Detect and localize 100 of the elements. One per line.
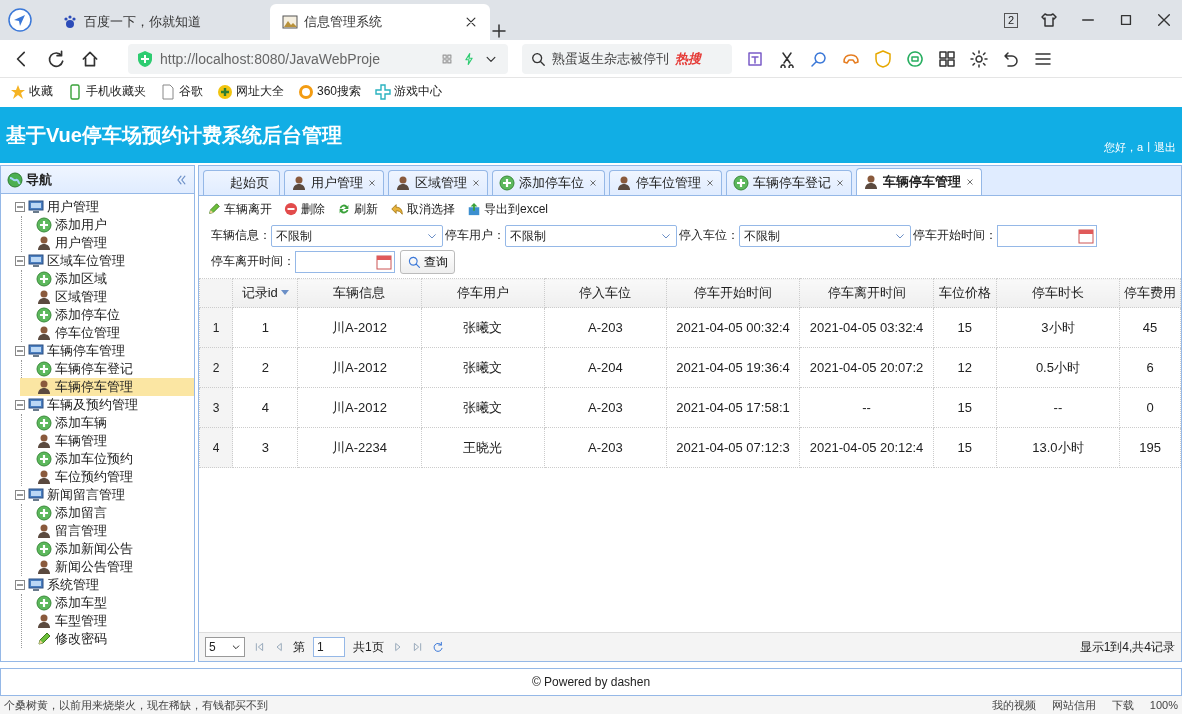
search-icon[interactable] [530, 50, 546, 67]
tree-item[interactable]: 车位预约管理 [20, 468, 194, 486]
brightness-icon[interactable] [970, 49, 988, 68]
scissors-icon[interactable] [778, 49, 796, 68]
window-count[interactable]: 2 [1003, 12, 1018, 28]
bookmark[interactable]: 收藏 [10, 83, 53, 100]
minus-box-icon[interactable] [15, 490, 25, 500]
tab[interactable]: 起始页 [203, 170, 280, 195]
magnifier-icon[interactable] [810, 49, 828, 68]
column-header[interactable]: 停车费用 [1119, 278, 1181, 308]
undo-icon[interactable] [1002, 49, 1020, 68]
table-cell: 3小时 [996, 307, 1120, 348]
tree-item[interactable]: 区域管理 [20, 288, 194, 306]
tree-item[interactable]: 添加车位预约 [20, 450, 194, 468]
tree-item[interactable]: 修改密码 [20, 630, 194, 648]
date-field[interactable] [295, 250, 395, 273]
phone-icon [67, 83, 83, 100]
browser-tab[interactable]: 信息管理系统 [270, 4, 490, 40]
toolbar-button[interactable]: 取消选择 [390, 200, 455, 218]
tree-item[interactable]: 添加车型 [20, 594, 194, 612]
bookmark[interactable]: 游戏中心 [375, 83, 443, 100]
tab[interactable]: 停车位管理 [609, 170, 722, 195]
tree-item[interactable]: 添加留言 [20, 504, 194, 522]
reload-icon[interactable] [46, 48, 66, 69]
minus-box-icon[interactable] [15, 580, 25, 590]
tab[interactable]: 车辆停车管理 [856, 168, 982, 195]
tree-node[interactable]: 系统管理 [15, 576, 194, 594]
date-field[interactable] [997, 224, 1097, 247]
tree-node[interactable]: 用户管理 [15, 198, 194, 216]
tree-item[interactable]: 添加区域 [20, 270, 194, 288]
tree-item[interactable]: 留言管理 [20, 522, 194, 540]
tree-item[interactable]: 添加车辆 [20, 414, 194, 432]
shirt-icon[interactable] [1040, 11, 1058, 29]
column-header[interactable]: 停车用户 [421, 278, 545, 308]
tree-item[interactable]: 停车位管理 [20, 324, 194, 342]
chevron-down-icon[interactable] [231, 642, 241, 652]
status-item[interactable]: 下载 [1111, 697, 1134, 713]
refresh-icon[interactable] [431, 641, 444, 653]
close-icon[interactable] [464, 15, 478, 29]
tree-item[interactable]: 添加用户 [20, 216, 194, 234]
new-tab-icon[interactable] [490, 22, 508, 40]
tab[interactable]: 车辆停车登记 [726, 170, 852, 195]
filter-select[interactable]: 不限制 [271, 224, 443, 247]
tab[interactable]: 区域管理 [388, 170, 488, 195]
minus-box-icon[interactable] [15, 256, 25, 266]
toolbar-button[interactable]: 车辆离开 [207, 200, 272, 218]
bookmark[interactable]: 360搜索 [298, 83, 362, 100]
maximize-icon[interactable] [1118, 12, 1134, 28]
address-field[interactable]: http://localhost:8080/JavaWebProje [128, 43, 508, 74]
tree-node[interactable]: 区域车位管理 [15, 252, 194, 270]
minus-box-icon[interactable] [15, 202, 25, 212]
minus-box-icon[interactable] [15, 400, 25, 410]
column-header[interactable]: 停车时长 [996, 278, 1120, 308]
column-header[interactable]: 停车离开时间 [799, 278, 934, 308]
table-cell: 15 [933, 427, 997, 468]
tree-item[interactable]: 用户管理 [20, 234, 194, 252]
tree-item[interactable]: 添加停车位 [20, 306, 194, 324]
page-size-select[interactable]: 5 [205, 637, 245, 657]
toolbar-button[interactable]: 导出到excel [467, 200, 548, 218]
close-icon[interactable] [1156, 12, 1172, 28]
filter-select[interactable]: 不限制 [739, 224, 911, 247]
column-header[interactable]: 停车开始时间 [666, 278, 800, 308]
table-cell: 川A-2012 [297, 307, 422, 348]
tree-item[interactable]: 车型管理 [20, 612, 194, 630]
tree-item[interactable]: 车辆停车管理 [20, 378, 194, 396]
column-header[interactable]: 停入车位 [544, 278, 667, 308]
tree-item[interactable]: 添加新闻公告 [20, 540, 194, 558]
pencil-icon [207, 202, 221, 216]
query-button[interactable]: 查询 [400, 249, 456, 274]
search-field[interactable]: 熟蛋返生杂志被停刊 热搜 [522, 43, 732, 74]
bookmark[interactable]: 手机收藏夹 [67, 83, 146, 100]
toolbar-button[interactable]: 删除 [284, 200, 325, 218]
tree-item[interactable]: 车辆管理 [20, 432, 194, 450]
apps-grid-icon[interactable] [938, 49, 956, 68]
news-ticker[interactable]: 个桑树黄，以前用来烧柴火，现在稀缺，有钱都买不到 [4, 697, 268, 713]
tree-node[interactable]: 车辆及预约管理 [15, 396, 194, 414]
status-item[interactable]: 网站信用 [1051, 697, 1096, 713]
column-header[interactable]: 车辆信息 [297, 278, 422, 308]
app-title: 基于Vue停车场预约计费系统后台管理 [6, 122, 342, 148]
translate-icon[interactable] [746, 49, 764, 68]
compass-icon[interactable] [8, 8, 32, 32]
bookmark[interactable]: 谷歌 [160, 83, 203, 100]
zoom-level[interactable]: 100% [1149, 699, 1178, 711]
page-input[interactable]: 1 [313, 637, 345, 657]
status-item[interactable]: 我的视频 [991, 697, 1036, 713]
tab[interactable]: 用户管理 [284, 170, 384, 195]
bookmark[interactable]: 网址大全 [217, 83, 284, 100]
browser-tab[interactable]: 百度一下，你就知道 [50, 4, 270, 40]
tree-node[interactable]: 车辆停车管理 [15, 342, 194, 360]
column-header[interactable]: 车位价格 [933, 278, 997, 308]
column-header[interactable]: 记录id [232, 278, 298, 308]
page-label: 第 [293, 638, 305, 656]
tree-node[interactable]: 新闻留言管理 [15, 486, 194, 504]
tab[interactable]: 添加停车位 [492, 170, 605, 195]
toolbar-button[interactable]: 刷新 [337, 200, 378, 218]
tree-item[interactable]: 新闻公告管理 [20, 558, 194, 576]
tree-item[interactable]: 车辆停车登记 [20, 360, 194, 378]
filter-select[interactable]: 不限制 [505, 224, 677, 247]
minus-box-icon[interactable] [15, 346, 25, 356]
ring-icon [298, 83, 314, 100]
